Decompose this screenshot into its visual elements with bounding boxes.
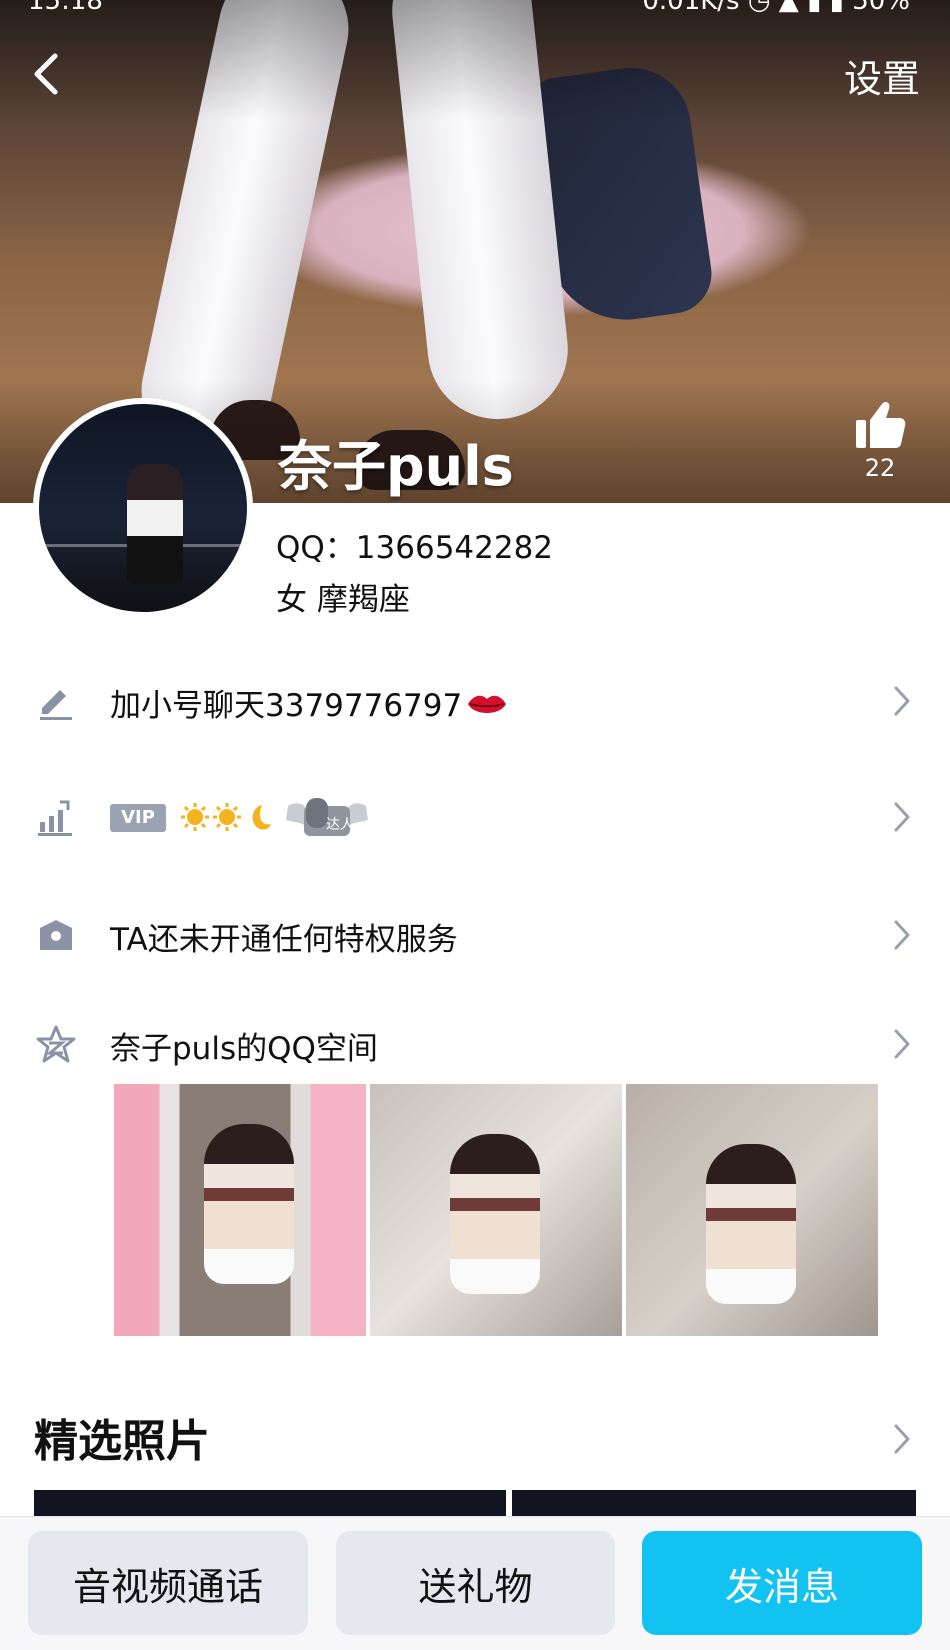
avatar[interactable] [33, 398, 253, 618]
chevron-right-icon[interactable] [892, 1422, 912, 1456]
status-indicators: 0.01K/s ◷ ▲ ▮ ▮ 50% [642, 0, 910, 16]
moon-level-icon [252, 805, 271, 830]
qq-number: QQ：1366542282 [276, 530, 554, 566]
signature-row[interactable]: 加小号聊天3379776797 [0, 662, 950, 742]
daren-label: 达人 [326, 817, 354, 833]
qzone-text: 奈子puls的QQ空间 [110, 1031, 378, 1067]
privilege-text: TA还未开通任何特权服务 [110, 922, 458, 958]
chevron-right-icon [894, 802, 910, 832]
chevron-right-icon [894, 686, 910, 716]
profile-nickname: 奈子puls [278, 435, 514, 498]
photo-figure-shape [706, 1144, 796, 1304]
gender-zodiac: 女 摩羯座 [276, 582, 410, 618]
level-row[interactable]: VIP 达人 [0, 778, 950, 858]
signature-text-content: 加小号聊天3379776797 [110, 688, 463, 724]
chevron-left-icon [34, 53, 58, 95]
chevron-right-icon [894, 920, 910, 950]
qzone-photo[interactable] [370, 1084, 622, 1336]
send-gift-button[interactable]: 送礼物 [336, 1531, 615, 1635]
back-button[interactable] [18, 46, 74, 102]
level-icon [38, 800, 72, 836]
photo-figure-shape [450, 1134, 540, 1294]
status-bar: 15:18 0.01K/s ◷ ▲ ▮ ▮ 50% [0, 0, 950, 16]
vip-badge: VIP [110, 804, 166, 832]
settings-button[interactable]: 设置 [844, 48, 920, 103]
photo-figure-shape [204, 1124, 294, 1284]
qzone-photo-grid [114, 1084, 880, 1336]
bottom-action-bar: 音视频通话 送礼物 发消息 [0, 1516, 950, 1650]
like-button[interactable]: 22 [840, 400, 920, 482]
lips-icon [468, 695, 507, 713]
crown-icon [40, 920, 72, 950]
privilege-row[interactable]: TA还未开通任何特权服务 [0, 896, 950, 976]
thumbs-up-icon [856, 401, 906, 448]
send-message-button[interactable]: 发消息 [642, 1531, 922, 1635]
chevron-right-icon [894, 1029, 910, 1059]
sun-level-icon [213, 803, 241, 831]
featured-photos-title: 精选照片 [34, 1416, 210, 1467]
status-time: 15:18 [28, 0, 103, 16]
qzone-photo[interactable] [114, 1084, 366, 1336]
qzone-row[interactable]: 奈子puls的QQ空间 [0, 1005, 950, 1085]
avatar-figure-shape [127, 464, 183, 584]
qzone-star-icon [36, 1025, 76, 1063]
qzone-photo[interactable] [626, 1084, 878, 1336]
daren-badge-icon: 达人 [286, 798, 368, 836]
edit-icon [40, 690, 72, 720]
like-count: 22 [864, 454, 896, 482]
sun-level-icon [181, 803, 209, 831]
signature-text: 加小号聊天3379776797 [110, 680, 508, 725]
video-call-button[interactable]: 音视频通话 [28, 1531, 308, 1635]
